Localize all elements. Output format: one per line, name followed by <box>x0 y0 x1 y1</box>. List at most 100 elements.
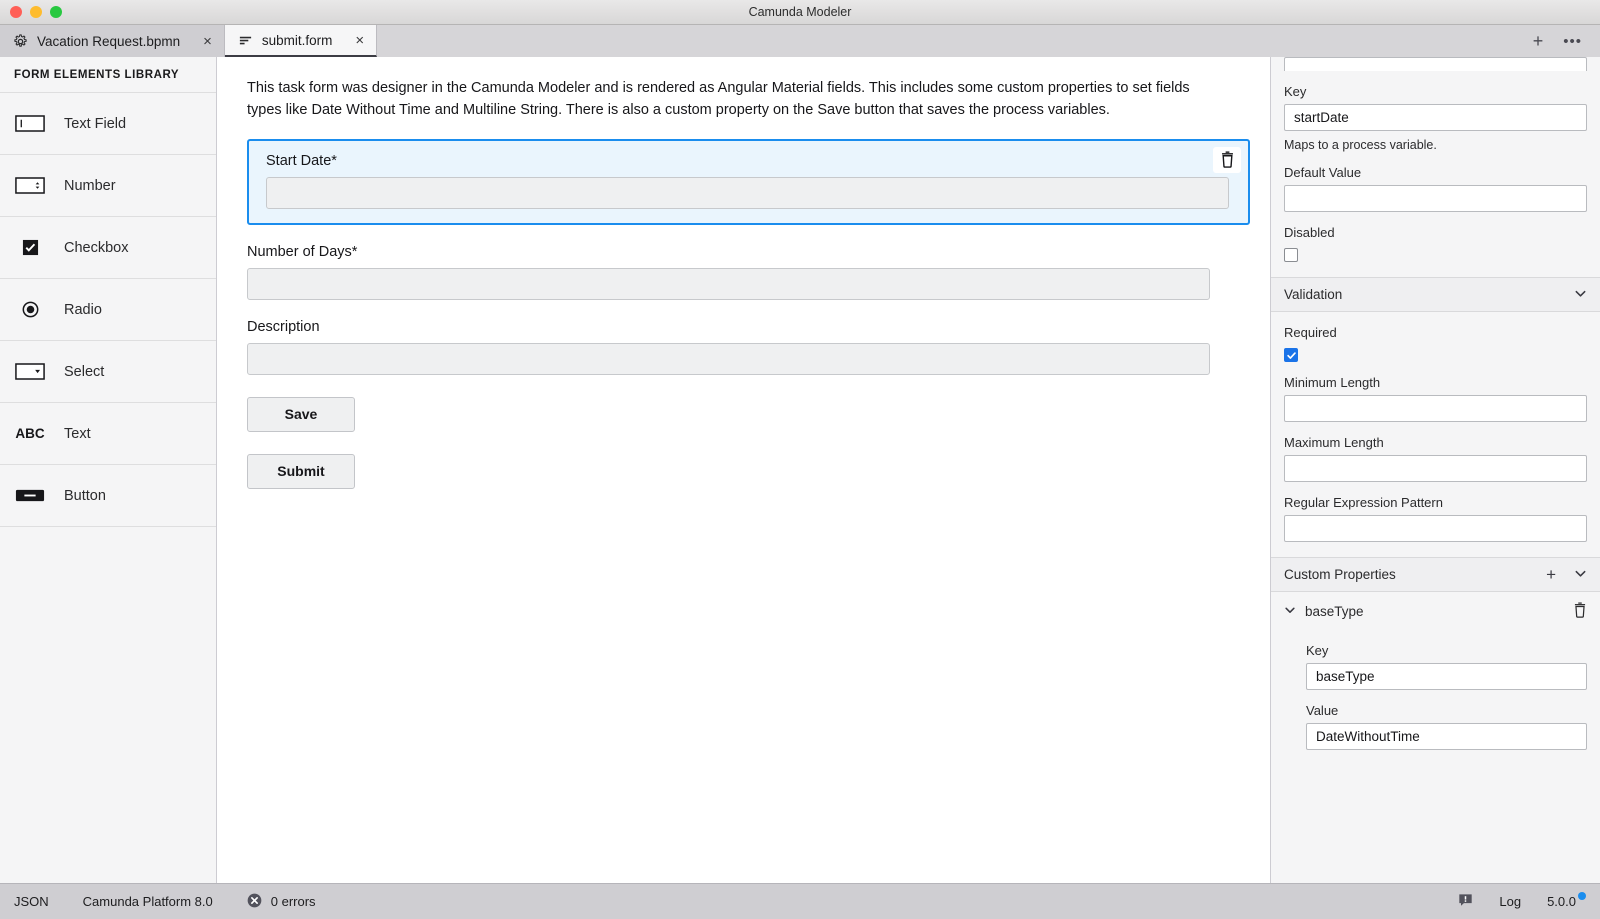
delete-field-button[interactable] <box>1213 146 1241 173</box>
palette-item-label: Text <box>64 425 91 442</box>
palette-item-checkbox[interactable]: Checkbox <box>0 217 216 279</box>
regex-pattern-input[interactable] <box>1284 515 1587 542</box>
gear-icon <box>13 33 28 49</box>
status-errors[interactable]: 0 errors <box>247 893 316 911</box>
add-custom-property-icon[interactable]: + <box>1546 566 1556 583</box>
save-button[interactable]: Save <box>247 396 355 432</box>
tab-bar-actions: + ••• <box>1533 25 1600 57</box>
custom-property-key-label: Key <box>1306 643 1329 658</box>
form-field-start-date[interactable]: Start Date* <box>247 138 1250 225</box>
minimum-length-input[interactable] <box>1284 395 1587 422</box>
palette-item-text-field[interactable]: Text Field <box>0 93 216 155</box>
status-format[interactable]: JSON <box>14 894 49 909</box>
form-elements-library: FORM ELEMENTS LIBRARY Text Field Number … <box>0 57 217 883</box>
regex-pattern-label: Regular Expression Pattern <box>1284 495 1443 510</box>
field-label: Number of Days* <box>247 243 358 260</box>
form-field-description[interactable]: Description <box>247 319 1242 375</box>
key-input[interactable]: startDate <box>1284 104 1587 131</box>
palette-item-button[interactable]: Button <box>0 465 216 527</box>
submit-button[interactable]: Submit <box>247 453 355 489</box>
palette-item-label: Checkbox <box>64 239 129 256</box>
status-bar-right: Log 5.0.0 <box>1458 892 1586 911</box>
palette-item-label: Radio <box>64 301 102 318</box>
tab-label: submit.form <box>261 32 333 48</box>
field-label: Start Date* <box>266 152 337 169</box>
key-label: Key <box>1284 84 1307 99</box>
custom-property-value-input[interactable]: DateWithoutTime <box>1306 723 1587 750</box>
general-section: Key startDate Maps to a process variable… <box>1271 84 1600 262</box>
custom-properties-header-actions: + <box>1546 566 1587 583</box>
minimum-length-label: Minimum Length <box>1284 375 1381 390</box>
custom-property-value-label: Value <box>1306 703 1339 718</box>
custom-properties-section-title: Custom Properties <box>1284 567 1396 582</box>
trash-icon <box>1221 151 1233 169</box>
checkbox-icon <box>14 239 46 256</box>
status-platform[interactable]: Camunda Platform 8.0 <box>83 894 213 909</box>
custom-property-name: baseType <box>1305 603 1364 619</box>
key-hint: Maps to a process variable. <box>1284 138 1437 152</box>
trash-icon <box>1574 601 1586 618</box>
description-input[interactable] <box>247 342 1210 375</box>
delete-custom-property-button[interactable] <box>1573 601 1587 621</box>
disabled-label: Disabled <box>1284 225 1335 240</box>
close-icon[interactable]: × <box>355 33 364 48</box>
maximum-length-input[interactable] <box>1284 455 1587 482</box>
palette-item-label: Number <box>64 177 116 194</box>
abc-icon: ABC <box>15 426 45 441</box>
more-options-icon[interactable]: ••• <box>1563 34 1582 49</box>
palette-item-radio[interactable]: Radio <box>0 279 216 341</box>
default-value-label: Default Value <box>1284 165 1362 180</box>
palette-item-label: Select <box>64 363 105 380</box>
error-icon <box>247 893 262 911</box>
version-indicator[interactable]: 5.0.0 <box>1547 892 1586 909</box>
form-lines-icon <box>238 33 253 48</box>
status-errors-label: 0 errors <box>270 894 316 909</box>
notifications-icon[interactable] <box>1458 893 1473 911</box>
check-icon <box>1286 351 1296 359</box>
palette-item-select[interactable]: Select <box>0 341 216 403</box>
chevron-down-icon[interactable] <box>1284 604 1296 619</box>
log-button[interactable]: Log <box>1499 894 1521 909</box>
tab-submit-form[interactable]: submit.form × <box>224 25 378 57</box>
status-bar: JSON Camunda Platform 8.0 0 errors Log 5… <box>0 883 1600 919</box>
default-value-input[interactable] <box>1284 185 1587 212</box>
chevron-down-icon[interactable] <box>1574 287 1587 303</box>
custom-property-entry-body: Key baseType Value DateWithoutTime <box>1271 643 1600 750</box>
start-date-input[interactable] <box>266 176 1229 209</box>
properties-panel: Key startDate Maps to a process variable… <box>1270 57 1600 883</box>
close-icon[interactable]: × <box>203 34 212 49</box>
select-icon <box>14 363 46 380</box>
custom-property-entry-header[interactable]: baseType <box>1271 592 1600 630</box>
validation-section-header[interactable]: Validation <box>1271 277 1600 312</box>
form-description: This task form was designer in the Camun… <box>247 80 1190 119</box>
tab-bar: Vacation Request.bpmn × submit.form × + … <box>0 25 1600 57</box>
radio-icon <box>14 301 46 318</box>
tab-label: Vacation Request.bpmn <box>37 33 181 49</box>
form-canvas[interactable]: This task form was designer in the Camun… <box>217 57 1270 883</box>
palette-item-text[interactable]: ABC Text <box>0 403 216 465</box>
number-icon <box>14 177 46 194</box>
number-of-days-input[interactable] <box>247 267 1210 300</box>
required-checkbox[interactable] <box>1284 348 1298 362</box>
update-available-dot <box>1578 892 1586 900</box>
scrolled-input-clip <box>1271 57 1600 71</box>
chevron-down-icon[interactable] <box>1574 567 1587 583</box>
window-title: Camunda Modeler <box>748 5 852 19</box>
version-label: 5.0.0 <box>1547 894 1576 909</box>
palette-item-label: Text Field <box>64 115 127 132</box>
tab-vacation-request[interactable]: Vacation Request.bpmn × <box>0 25 225 57</box>
form-field-number-of-days[interactable]: Number of Days* <box>247 244 1242 300</box>
new-tab-icon[interactable]: + <box>1533 32 1544 50</box>
palette-title: FORM ELEMENTS LIBRARY <box>0 57 216 93</box>
disabled-checkbox[interactable] <box>1284 248 1298 262</box>
custom-property-key-input[interactable]: baseType <box>1306 663 1587 690</box>
maximum-length-label: Maximum Length <box>1284 435 1384 450</box>
palette-item-label: Button <box>64 487 106 504</box>
validation-section-body: Required Minimum Length Maximum Length R… <box>1271 325 1600 542</box>
app-window: Camunda Modeler Vacation Request.bpmn × … <box>0 0 1600 919</box>
partial-input-above[interactable] <box>1284 57 1587 71</box>
palette-item-number[interactable]: Number <box>0 155 216 217</box>
custom-properties-section-header[interactable]: Custom Properties + <box>1271 557 1600 592</box>
field-label: Description <box>247 318 320 335</box>
validation-section-title: Validation <box>1284 287 1343 302</box>
